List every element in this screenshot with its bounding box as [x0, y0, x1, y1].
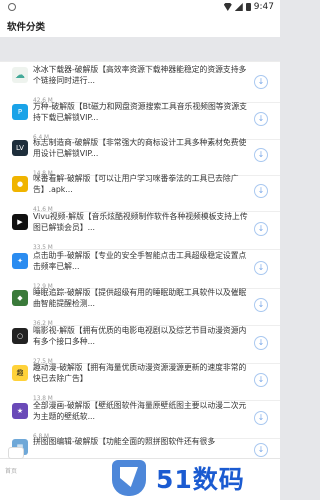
list-item[interactable]: ★ 全部漫画-破解版【壁纸图软件海量原壁纸图主要以动漫二次元为主题的壁纸软... 6…	[0, 401, 280, 440]
download-icon: ↓	[257, 224, 265, 233]
item-name: 点击助手-破解版【专业的安全手智能点击工具超级稳定设置点击频率已解...	[33, 251, 247, 271]
magnet-icon: P	[12, 104, 28, 120]
download-button[interactable]: ↓	[254, 222, 268, 236]
item-name: 标志制造商-破解版【非常强大的商标设计工具多种素材免费使用设计已解锁VIP...	[33, 138, 247, 158]
item-name: 冰冰下载器-破解版【高效率资源下载神器能稳定的资源支持多个链接同时进行...	[33, 65, 247, 85]
download-button[interactable]: ↓	[254, 373, 268, 387]
download-icon: ↓	[257, 300, 265, 309]
status-icons: 9:47	[223, 2, 274, 12]
home-icon[interactable]	[8, 447, 24, 459]
download-icon: ↓	[257, 77, 265, 86]
download-icon: ↓	[257, 338, 265, 347]
list-item[interactable]: ▦拼图图编辑-破解版【功能全面的照拼图软件还有很多18.1 M↓	[0, 437, 280, 458]
page-title: 软件分类	[7, 22, 46, 33]
download-icon: ↓	[257, 375, 265, 384]
software-list[interactable]: ☁ 冰冰下载器-破解版【高效率资源下载神器能稳定的资源支持多个链接同时进行... 4…	[0, 61, 280, 458]
cloud-icon: ☁	[12, 67, 28, 83]
avatar-icon: ●	[12, 176, 28, 192]
list-item[interactable]: ● 咪番看解-破解版【可以让用户学习咪番拳法的工具已去除广告】.apk... 41.…	[0, 174, 280, 213]
status-time: 9:47	[253, 2, 274, 12]
download-icon: ↓	[257, 263, 265, 272]
item-name: 睡眠追踪-破解版【提供超级有用的睡眠助眠工具软件以及催眠曲智能提醒检测...	[33, 288, 247, 308]
download-icon: ↓	[257, 186, 265, 195]
list-item[interactable]: ▶ Vivu视频-解版【音乐炫酷视频制作软件各种视频模板支持上传图已解锁会员】..…	[0, 212, 280, 251]
download-button[interactable]: ↓	[254, 75, 268, 89]
item-name: Vivu视频-解版【音乐炫酷视频制作软件各种视频模板支持上传图已解锁会员】...	[33, 212, 248, 232]
download-button[interactable]: ↓	[254, 261, 268, 275]
item-name: 拼图图编辑-破解版【功能全面的照拼图软件还有很多	[33, 437, 216, 446]
list-item[interactable]: P 万种-破解版【Bt磁力和网盘资源搜索工具音乐视频图等资源支持下载已解锁VIP.…	[0, 102, 280, 141]
watermark: 51数码	[112, 456, 252, 500]
download-icon: ↓	[257, 413, 265, 422]
watermark-text: 51数码	[156, 465, 245, 494]
header: 软件分类	[0, 15, 280, 37]
list-item[interactable]: ◆ 睡眠追踪-破解版【提供超级有用的睡眠助眠工具软件以及催眠曲智能提醒检测... 3…	[0, 288, 280, 327]
notification-icon	[8, 3, 16, 11]
lv-icon: LV	[12, 140, 28, 156]
item-name: 全部漫画-破解版【壁纸图软件海量原壁纸图主要以动漫二次元为主题的壁纸软...	[33, 401, 247, 421]
wifi-icon	[223, 3, 232, 11]
vivu-icon: ▶	[12, 214, 28, 230]
item-name: 咪番看解-破解版【可以让用户学习咪番拳法的工具已去除广告】.apk...	[33, 174, 239, 194]
list-item[interactable]: ✦ 点击助手-破解版【专业的安全手智能点击工具超级稳定设置点击频率已解... 12.…	[0, 251, 280, 290]
download-icon: ↓	[257, 114, 265, 123]
watermark-logo	[112, 460, 146, 496]
divider	[33, 249, 280, 250]
nav-home-label[interactable]: 首页	[5, 466, 17, 475]
comic-icon: 趣	[12, 365, 28, 381]
ring-icon: ○	[12, 328, 28, 344]
signal-icon	[234, 3, 243, 11]
download-button[interactable]: ↓	[254, 443, 268, 457]
list-item[interactable]: 趣趣动漫-破解版【拥有海量优质动漫资源漫源更新的速度非常的快已去除广告】 13.8…	[0, 363, 280, 402]
list-item[interactable]: ☁ 冰冰下载器-破解版【高效率资源下载神器能稳定的资源支持多个链接同时进行... 4…	[0, 65, 280, 104]
item-name: 趣动漫-破解版【拥有海量优质动漫资源漫源更新的速度非常的快已去除广告】	[33, 363, 247, 383]
download-button[interactable]: ↓	[254, 184, 268, 198]
list-item[interactable]: ○ 嗡影视-解版【拥有优质的电影电视剧以及综艺节目动漫资源内有多个接口多种... 2…	[0, 326, 280, 365]
item-name: 嗡影视-解版【拥有优质的电影电视剧以及综艺节目动漫资源内有多个接口多种...	[33, 326, 247, 346]
item-name: 万种-破解版【Bt磁力和网盘资源搜索工具音乐视频图等资源支持下载已解锁VIP..…	[33, 102, 247, 122]
download-icon: ↓	[257, 150, 265, 159]
download-button[interactable]: ↓	[254, 336, 268, 350]
download-button[interactable]: ↓	[254, 298, 268, 312]
anime-icon: ★	[12, 403, 28, 419]
download-button[interactable]: ↓	[254, 148, 268, 162]
list-item[interactable]: LV 标志制造商-破解版【非常强大的商标设计工具多种素材免费使用设计已解锁VIP.…	[0, 138, 280, 177]
sleep-icon: ◆	[12, 290, 28, 306]
battery-icon	[245, 3, 251, 11]
download-button[interactable]: ↓	[254, 411, 268, 425]
download-button[interactable]: ↓	[254, 112, 268, 126]
click-icon: ✦	[12, 253, 28, 269]
status-bar: 9:47	[0, 0, 280, 15]
download-icon: ↓	[257, 445, 265, 454]
